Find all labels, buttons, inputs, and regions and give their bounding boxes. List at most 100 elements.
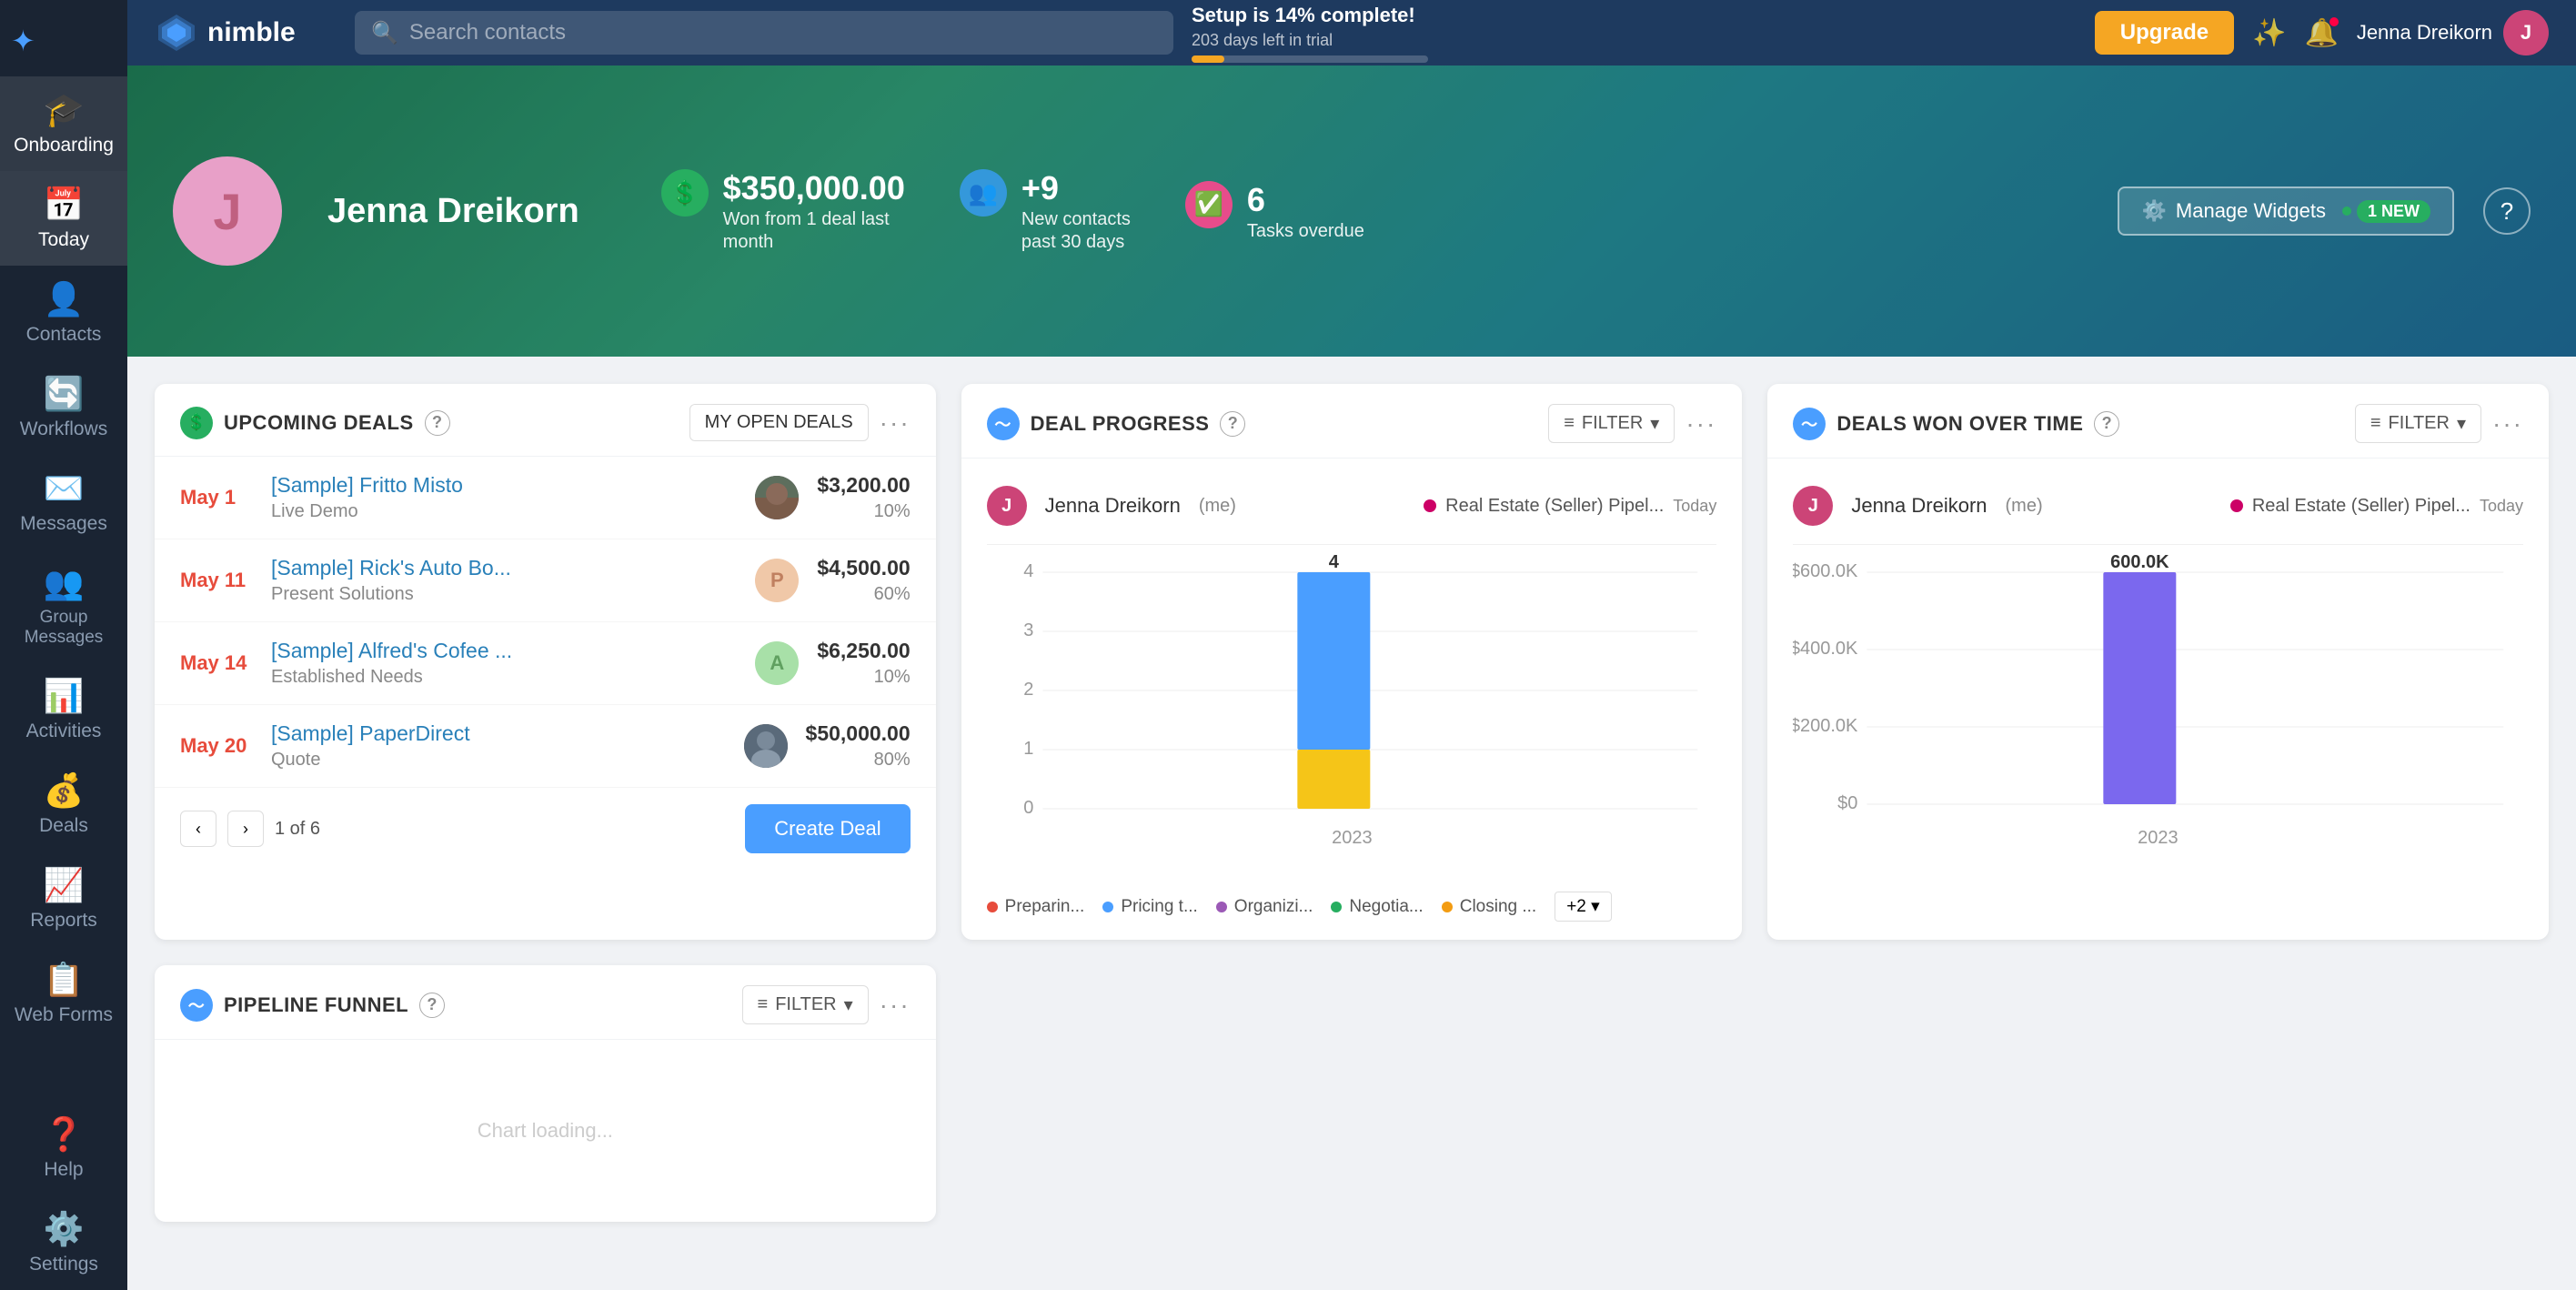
deal-info: [Sample] Rick's Auto Bo... Present Solut… [271, 556, 737, 605]
search-bar[interactable]: 🔍 [355, 11, 1173, 55]
nimble-logo-icon [155, 11, 198, 55]
legend-more-button[interactable]: +2 ▾ [1555, 892, 1611, 922]
svg-text:4: 4 [1023, 561, 1033, 581]
upgrade-button[interactable]: Upgrade [2095, 11, 2234, 55]
user-name-label: Jenna Dreikorn [2357, 21, 2492, 45]
table-row: May 20 [Sample] PaperDirect Quote $50, [155, 705, 936, 788]
new-badge-dot [2342, 207, 2351, 216]
new-badge-area: 1 NEW [2342, 200, 2430, 223]
deal-name[interactable]: [Sample] Rick's Auto Bo... [271, 556, 737, 580]
pipeline-funnel-header-right: ≡ FILTER ▾ ··· [742, 985, 911, 1024]
hero-help-button[interactable]: ? [2483, 187, 2531, 235]
deals-won-filter-button[interactable]: ≡ FILTER ▾ [2355, 404, 2481, 443]
svg-text:0: 0 [1023, 798, 1033, 818]
deal-name[interactable]: [Sample] Fritto Misto [271, 473, 737, 498]
upcoming-deals-help-icon[interactable]: ? [425, 410, 450, 436]
today-icon: 📅 [44, 186, 85, 224]
sidebar-item-web-forms[interactable]: 📋 Web Forms [0, 946, 127, 1041]
hero-stat-tasks: ✅ 6 Tasks overdue [1185, 181, 1364, 242]
next-page-button[interactable]: › [227, 811, 264, 847]
manage-widgets-label: Manage Widgets [2176, 199, 2326, 223]
deal-amount: $50,000.00 80% [806, 721, 911, 771]
deal-stage: Quote [271, 750, 726, 771]
deal-value: $6,250.00 [817, 639, 910, 663]
topbar-actions: Upgrade ✨ 🔔 Jenna Dreikorn J [2095, 10, 2549, 55]
chart-user-row: J Jenna Dreikorn (me) Real Estate (Selle… [1793, 477, 2523, 545]
create-deal-button[interactable]: Create Deal [745, 804, 910, 853]
svg-text:3: 3 [1023, 620, 1033, 640]
deal-value: $4,500.00 [817, 556, 910, 580]
svg-text:$600.0K: $600.0K [1793, 561, 1858, 581]
deals-icon: 💰 [44, 771, 85, 810]
tasks-stat-icon: ✅ [1185, 181, 1233, 228]
deal-progress-more-button[interactable]: ··· [1685, 409, 1716, 438]
sidebar-item-reports[interactable]: 📈 Reports [0, 852, 127, 946]
deal-name[interactable]: [Sample] Alfred's Cofee ... [271, 639, 737, 663]
search-input[interactable] [409, 20, 1157, 45]
deal-date: May 1 [180, 486, 253, 509]
chart-user-me: (me) [2006, 496, 2043, 517]
deals-won-more-button[interactable]: ··· [2492, 409, 2523, 438]
sidebar-item-today[interactable]: 📅 Today [0, 171, 127, 266]
hero-stats: 💲 $350,000.00 Won from 1 deal last month… [661, 169, 1364, 253]
deal-progress-title: 〜 DEAL PROGRESS ? [987, 408, 1246, 440]
legend-item: Negotia... [1331, 897, 1423, 917]
legend-dot-negotiating [1331, 902, 1342, 912]
stat-won-label2: month [723, 232, 905, 253]
filter-chevron-icon: ▾ [844, 993, 853, 1016]
deal-progress-widget: 〜 DEAL PROGRESS ? ≡ FILTER ▾ ··· J Jenna [961, 384, 1743, 940]
deals-won-title: 〜 DEALS WON OVER TIME ? [1793, 408, 2119, 440]
deals-won-title-text: DEALS WON OVER TIME [1836, 412, 2083, 436]
deal-progress-filter-button[interactable]: ≡ FILTER ▾ [1548, 404, 1675, 443]
pipeline-funnel-help-icon[interactable]: ? [419, 993, 445, 1018]
sidebar-item-messages[interactable]: ✉️ Messages [0, 455, 127, 549]
pipeline-funnel-title-text: PIPELINE FUNNEL [224, 993, 408, 1017]
setup-progress-bar: Setup is 14% complete! 203 days left in … [1192, 4, 2077, 63]
deal-progress-header: 〜 DEAL PROGRESS ? ≡ FILTER ▾ ··· [961, 384, 1743, 459]
setup-progress-fill [1192, 55, 1224, 63]
pipeline-date: Today [2480, 497, 2523, 516]
user-menu[interactable]: Jenna Dreikorn J [2357, 10, 2549, 55]
deal-avatar: P [755, 559, 799, 602]
table-row: May 1 [Sample] Fritto Misto Live Demo [155, 457, 936, 539]
pipeline-funnel-more-button[interactable]: ··· [880, 991, 911, 1020]
sidebar-item-contacts[interactable]: 👤 Contacts [0, 266, 127, 360]
deal-won-icon: 💲 [661, 169, 709, 217]
sidebar-item-deals[interactable]: 💰 Deals [0, 757, 127, 852]
hero-right-actions: ⚙️ Manage Widgets 1 NEW ? [2118, 186, 2531, 236]
sidebar-item-workflows[interactable]: 🔄 Workflows [0, 360, 127, 455]
dashboard-grid: 💲 UPCOMING DEALS ? MY OPEN DEALS ··· May… [127, 357, 2576, 1249]
deal-progress-header-right: ≡ FILTER ▾ ··· [1548, 404, 1716, 443]
sidebar-item-settings[interactable]: ⚙️ Settings [0, 1195, 127, 1290]
deal-name[interactable]: [Sample] PaperDirect [271, 721, 726, 746]
open-deals-dropdown[interactable]: MY OPEN DEALS [689, 404, 869, 441]
deals-won-header-right: ≡ FILTER ▾ ··· [2355, 404, 2523, 443]
sparkle-button[interactable]: ✨ [2252, 17, 2286, 49]
pipeline-funnel-filter-button[interactable]: ≡ FILTER ▾ [742, 985, 869, 1024]
deal-date: May 11 [180, 569, 253, 592]
new-badge: 1 NEW [2357, 200, 2430, 223]
sidebar-item-group-messages[interactable]: 👥 Group Messages [0, 549, 127, 662]
sidebar-item-onboarding[interactable]: 🎓 Onboarding [0, 76, 127, 171]
upcoming-deals-title: 💲 UPCOMING DEALS ? [180, 407, 450, 439]
upcoming-deals-header: 💲 UPCOMING DEALS ? MY OPEN DEALS ··· [155, 384, 936, 457]
prev-page-button[interactable]: ‹ [180, 811, 216, 847]
hero-stat-won: 💲 $350,000.00 Won from 1 deal last month [661, 169, 905, 253]
notifications-button[interactable]: 🔔 [2304, 17, 2338, 49]
deal-progress-help-icon[interactable]: ? [1220, 411, 1245, 437]
deals-won-help-icon[interactable]: ? [2094, 411, 2119, 437]
group-messages-icon: 👥 [44, 564, 85, 602]
upcoming-deals-more-button[interactable]: ··· [880, 408, 911, 438]
svg-text:600.0K: 600.0K [2110, 554, 2169, 572]
hero-stat-contacts-text: +9 New contacts past 30 days [1021, 169, 1131, 253]
deals-won-chart: $600.0K $400.0K $200.0K $0 600.0K 2023 [1793, 545, 2523, 879]
table-row: May 14 [Sample] Alfred's Cofee ... Estab… [155, 622, 936, 705]
sidebar-item-activities[interactable]: 📊 Activities [0, 662, 127, 757]
deals-list: May 1 [Sample] Fritto Misto Live Demo [155, 457, 936, 788]
legend-item: Organizi... [1216, 897, 1313, 917]
legend-dot-organizing [1216, 902, 1227, 912]
legend-label-preparing: Preparin... [1005, 897, 1085, 917]
deal-amount: $3,200.00 10% [817, 473, 910, 522]
sidebar-item-help[interactable]: ❓ Help [0, 1101, 127, 1195]
manage-widgets-button[interactable]: ⚙️ Manage Widgets 1 NEW [2118, 186, 2454, 236]
